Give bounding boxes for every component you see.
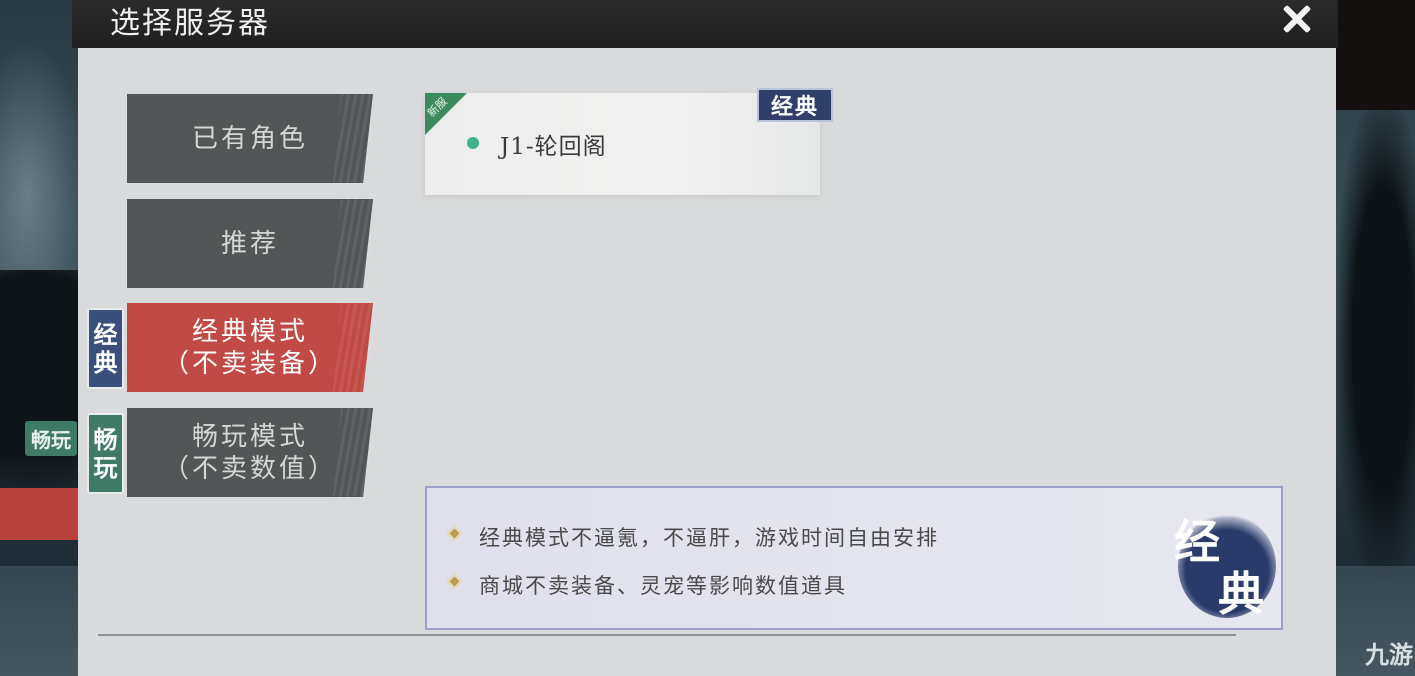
classic-tag-char-2: 典: [93, 347, 118, 377]
dialog-panel: 经 典 畅 玩 已有角色 推荐 经典模式 （不卖装备） 畅玩模式 （不卖数值） …: [78, 48, 1336, 676]
dialog-titlebar: 选择服务器: [72, 0, 1338, 48]
description-text: 经典模式不逼氪，不逼肝，游戏时间自由安排: [479, 526, 939, 550]
diamond-bullet-icon: [446, 573, 463, 590]
server-name: J1-轮回阁: [500, 134, 607, 160]
mode-description-box: 经典模式不逼氪，不逼肝，游戏时间自由安排 商城不卖装备、灵宠等影响数值道具: [425, 486, 1283, 630]
server-select-dialog: 选择服务器 经 典 畅 玩 已有角色 推荐 经典模式 （不卖装备） 畅玩模式 （…: [72, 0, 1338, 676]
emblem-char-1: 经: [1174, 515, 1220, 569]
server-card[interactable]: 新服 J1-轮回阁 经典: [425, 88, 833, 195]
tab-label: 已有角色: [191, 123, 308, 154]
tab-label: 推荐: [220, 228, 279, 259]
description-line: 商城不卖装备、灵宠等影响数值道具: [446, 570, 847, 600]
free-mode-tag: 畅 玩: [87, 413, 124, 494]
dialog-title: 选择服务器: [110, 6, 270, 41]
close-icon[interactable]: [1274, 0, 1320, 42]
classic-brush-emblem: 经 典: [1174, 506, 1280, 626]
description-line: 经典模式不逼氪，不逼肝，游戏时间自由安排: [446, 522, 939, 552]
background-free-tag: 畅玩: [25, 421, 77, 456]
free-tag-char-2: 玩: [93, 452, 118, 482]
tab-recommended[interactable]: 推荐: [127, 199, 373, 288]
classic-tag-char-1: 经: [93, 319, 118, 349]
free-tag-char-1: 畅: [93, 424, 118, 454]
tab-sublabel: （不卖数值）: [162, 453, 337, 484]
background-tree-right: [1335, 100, 1415, 580]
tab-sublabel: （不卖装备）: [162, 348, 337, 379]
diamond-bullet-icon: [446, 525, 463, 542]
tab-existing-characters[interactable]: 已有角色: [127, 94, 373, 183]
tab-label: 畅玩模式: [191, 421, 308, 452]
server-mode-badge: 经典: [757, 88, 833, 122]
emblem-char-2: 典: [1218, 567, 1264, 621]
background-red-strip: [0, 488, 78, 540]
classic-mode-tag: 经 典: [87, 308, 124, 389]
tab-free-mode[interactable]: 畅玩模式 （不卖数值）: [127, 408, 373, 497]
description-text: 商城不卖装备、灵宠等影响数值道具: [479, 574, 847, 598]
server-status-icon: [467, 137, 479, 149]
tab-label: 经典模式: [191, 316, 308, 347]
site-watermark: 九游: [1365, 641, 1413, 669]
background-roof: [1335, 0, 1415, 110]
tab-classic-mode[interactable]: 经典模式 （不卖装备）: [127, 303, 373, 392]
